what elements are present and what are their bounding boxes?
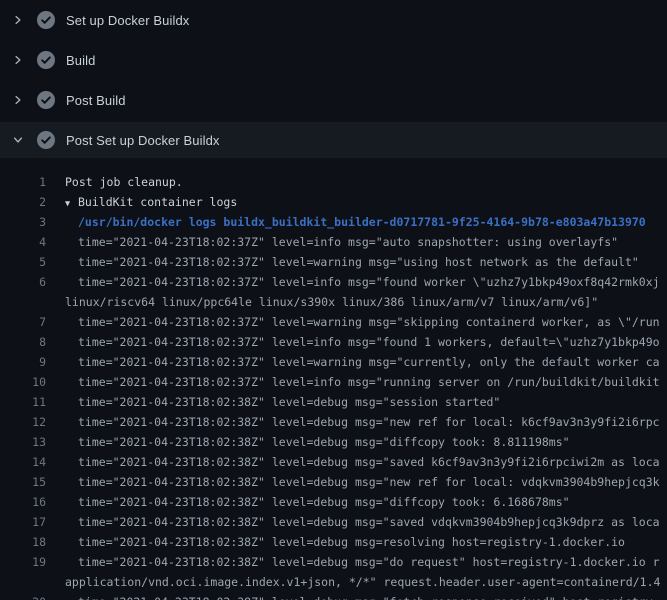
log-line-number[interactable]: 16 xyxy=(0,492,46,512)
log-line: 8time="2021-04-23T18:02:37Z" level=info … xyxy=(0,332,667,352)
log-line-text: time="2021-04-23T18:02:38Z" level=debug … xyxy=(46,392,500,412)
check-circle-icon xyxy=(37,131,55,149)
log-line: 4time="2021-04-23T18:02:37Z" level=info … xyxy=(0,232,667,252)
step-label: Post Set up Docker Buildx xyxy=(66,133,220,148)
log-panel: 1Post job cleanup.2▼BuildKit container l… xyxy=(0,160,667,600)
step-label: Build xyxy=(66,53,95,68)
log-line: 9time="2021-04-23T18:02:37Z" level=warni… xyxy=(0,352,667,372)
log-line-number[interactable]: 14 xyxy=(0,452,46,472)
log-line-number[interactable]: 4 xyxy=(0,232,46,252)
log-line-text: time="2021-04-23T18:02:37Z" level=info m… xyxy=(46,272,660,292)
log-line: 19time="2021-04-23T18:02:38Z" level=debu… xyxy=(0,552,667,572)
check-circle-icon xyxy=(37,51,55,69)
log-line: 15time="2021-04-23T18:02:38Z" level=debu… xyxy=(0,472,667,492)
log-line-text: time="2021-04-23T18:02:38Z" level=debug … xyxy=(46,412,660,432)
check-circle-icon xyxy=(37,11,55,29)
triangle-down-icon[interactable]: ▼ xyxy=(65,194,78,212)
log-line-text: time="2021-04-23T18:02:38Z" level=debug … xyxy=(46,592,660,600)
chevron-down-icon[interactable] xyxy=(12,134,24,146)
log-line: 7time="2021-04-23T18:02:37Z" level=warni… xyxy=(0,312,667,332)
log-line-number[interactable]: 1 xyxy=(0,172,46,192)
log-line-text: time="2021-04-23T18:02:38Z" level=debug … xyxy=(46,492,570,512)
log-line-text: application/vnd.oci.image.index.v1+json,… xyxy=(46,572,660,592)
chevron-right-icon[interactable] xyxy=(12,14,24,26)
log-line: 12time="2021-04-23T18:02:38Z" level=debu… xyxy=(0,412,667,432)
step-row-post-build[interactable]: Post Build xyxy=(0,80,667,120)
log-line-text: time="2021-04-23T18:02:38Z" level=debug … xyxy=(46,432,570,452)
step-label: Set up Docker Buildx xyxy=(66,13,189,28)
log-line: application/vnd.oci.image.index.v1+json,… xyxy=(0,572,667,592)
log-line: 13time="2021-04-23T18:02:38Z" level=debu… xyxy=(0,432,667,452)
steps-list: Set up Docker Buildx Build Post Build Post … xyxy=(0,0,667,158)
log-line: 14time="2021-04-23T18:02:38Z" level=debu… xyxy=(0,452,667,472)
log-line-text: time="2021-04-23T18:02:37Z" level=info m… xyxy=(46,372,660,392)
log-line-number[interactable]: 12 xyxy=(0,412,46,432)
log-line-text: time="2021-04-23T18:02:37Z" level=warnin… xyxy=(46,352,660,372)
log-line-number[interactable]: 2 xyxy=(0,192,46,212)
log-line-number[interactable]: 3 xyxy=(0,212,46,232)
log-line-number[interactable]: 9 xyxy=(0,352,46,372)
log-line-text: linux/riscv64 linux/ppc64le linux/s390x … xyxy=(46,292,598,312)
log-line: linux/riscv64 linux/ppc64le linux/s390x … xyxy=(0,292,667,312)
log-line-number[interactable]: 8 xyxy=(0,332,46,352)
log-line-text: time="2021-04-23T18:02:37Z" level=warnin… xyxy=(46,252,639,272)
chevron-right-icon[interactable] xyxy=(12,54,24,66)
log-line-number[interactable]: 7 xyxy=(0,312,46,332)
step-row-set-up-docker-buildx[interactable]: Set up Docker Buildx xyxy=(0,0,667,40)
log-line: 20time="2021-04-23T18:02:38Z" level=debu… xyxy=(0,592,667,600)
log-line-number[interactable]: 5 xyxy=(0,252,46,272)
log-line-text: time="2021-04-23T18:02:38Z" level=debug … xyxy=(46,512,660,532)
log-line: 2▼BuildKit container logs xyxy=(0,192,667,212)
chevron-right-icon[interactable] xyxy=(12,94,24,106)
step-label: Post Build xyxy=(66,93,126,108)
log-line-number[interactable]: 19 xyxy=(0,552,46,572)
log-line-text: time="2021-04-23T18:02:38Z" level=debug … xyxy=(46,472,660,492)
log-line-text: time="2021-04-23T18:02:37Z" level=info m… xyxy=(46,332,660,352)
log-line: 1Post job cleanup. xyxy=(0,172,667,192)
log-line-number[interactable]: 10 xyxy=(0,372,46,392)
log-line-text: Post job cleanup. xyxy=(46,172,183,192)
log-line-number[interactable]: 11 xyxy=(0,392,46,412)
log-line: 6time="2021-04-23T18:02:37Z" level=info … xyxy=(0,272,667,292)
log-line: 5time="2021-04-23T18:02:37Z" level=warni… xyxy=(0,252,667,272)
log-line-number[interactable]: 20 xyxy=(0,592,46,600)
log-line-number[interactable]: 15 xyxy=(0,472,46,492)
log-line: 11time="2021-04-23T18:02:38Z" level=debu… xyxy=(0,392,667,412)
log-line: 18time="2021-04-23T18:02:38Z" level=debu… xyxy=(0,532,667,552)
log-line-text: time="2021-04-23T18:02:38Z" level=debug … xyxy=(46,532,625,552)
step-row-post-set-up-docker-buildx[interactable]: Post Set up Docker Buildx xyxy=(0,122,667,158)
log-line: 3/usr/bin/docker logs buildx_buildkit_bu… xyxy=(0,212,667,232)
log-line: 16time="2021-04-23T18:02:38Z" level=debu… xyxy=(0,492,667,512)
log-line-text: ▼BuildKit container logs xyxy=(46,192,237,212)
log-line: 10time="2021-04-23T18:02:37Z" level=info… xyxy=(0,372,667,392)
log-line-text: time="2021-04-23T18:02:38Z" level=debug … xyxy=(46,552,660,572)
log-line-text: time="2021-04-23T18:02:37Z" level=warnin… xyxy=(46,312,660,332)
log-line-number[interactable]: 13 xyxy=(0,432,46,452)
log-line-number[interactable]: 18 xyxy=(0,532,46,552)
log-line-number[interactable]: 6 xyxy=(0,272,46,292)
log-command-text: /usr/bin/docker logs buildx_buildkit_bui… xyxy=(46,212,646,232)
check-circle-icon xyxy=(37,91,55,109)
log-line-number[interactable]: 17 xyxy=(0,512,46,532)
actions-log-viewer: Set up Docker Buildx Build Post Build Post … xyxy=(0,0,667,600)
log-line-text: time="2021-04-23T18:02:38Z" level=debug … xyxy=(46,452,660,472)
log-line-text: time="2021-04-23T18:02:37Z" level=info m… xyxy=(46,232,618,252)
log-line: 17time="2021-04-23T18:02:38Z" level=debu… xyxy=(0,512,667,532)
step-row-build[interactable]: Build xyxy=(0,40,667,80)
